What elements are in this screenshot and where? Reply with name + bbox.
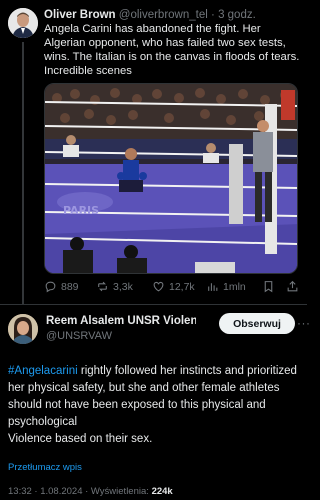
tweet2-views-count: 224k [151,486,173,497]
tweet1-text: Angela Carini has abandoned the fight. H… [44,23,300,77]
tweet1-header: Oliver Brown @oliverbrown_tel · 3 godz. [44,8,302,22]
tweet2-text: #Angelacarini rightly followed her insti… [8,363,303,448]
views-count: 1mln [223,280,246,293]
translate-post-link[interactable]: Przetłumacz wpis [8,462,82,473]
thread-line [22,42,24,304]
follow-button[interactable]: Obserwuj [219,313,295,334]
more-options-button[interactable]: ··· [297,316,311,330]
tweet2-author-name[interactable]: Reem Alsalem UNSR Violenc... [46,315,196,327]
tweet-divider [0,304,307,305]
hashtag-link[interactable]: #Angelacarini [8,365,78,377]
tweet1-action-bar: 889 3,3k 12,7k 1mln [44,280,302,296]
tweet1-time[interactable]: 3 godz. [218,9,256,21]
views-icon [208,283,218,291]
bookmark-icon [264,281,273,293]
boxing-ring-photo: PARIS [45,84,297,273]
share-icon [287,280,298,292]
tweet1-media-photo[interactable]: PARIS [44,83,298,274]
bookmark-button[interactable] [262,280,275,293]
tweet1-author-name[interactable]: Oliver Brown [44,9,116,21]
tweet2-author-handle[interactable]: @UNSRVAW [46,330,112,342]
tweet2-footer: 13:32 · 1.08.2024 · Wyświetlenia: 224k [8,486,173,497]
heart-icon [153,281,164,292]
like-button[interactable]: 12,7k [152,280,195,293]
tweet2-author-name-row[interactable]: Reem Alsalem UNSR Violenc... [46,315,196,327]
like-count: 12,7k [169,280,195,293]
reply-icon [45,281,56,293]
tweet1-separator: · [211,9,215,21]
svg-text:PARIS: PARIS [63,204,99,217]
retweet-icon [98,281,107,292]
author-avatar-oliver-brown[interactable] [8,8,38,38]
tweet1-author-handle[interactable]: @oliverbrown_tel [119,9,208,21]
author-avatar-reem-alsalem[interactable] [8,314,38,344]
views-button[interactable]: 1mln [206,280,246,293]
reply-button[interactable]: 889 [44,280,79,293]
retweet-count: 3,3k [113,280,133,293]
share-button[interactable] [286,280,299,293]
tweet2-text-line2: Violence based on their sex. [8,433,153,445]
tweet2-timestamp[interactable]: 13:32 · 1.08.2024 · Wyświetlenia: [8,486,152,497]
retweet-button[interactable]: 3,3k [96,280,133,293]
reply-count: 889 [61,280,79,293]
